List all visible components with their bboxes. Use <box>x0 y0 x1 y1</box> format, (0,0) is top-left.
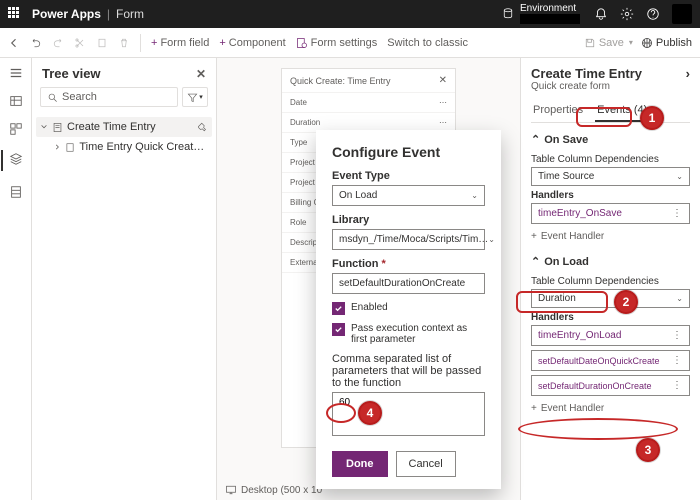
data-icon[interactable] <box>9 185 23 199</box>
avatar[interactable] <box>672 4 692 24</box>
components-icon[interactable] <box>9 122 23 136</box>
pin-icon[interactable] <box>198 122 208 132</box>
publish-icon <box>641 37 653 49</box>
bell-icon[interactable] <box>594 7 608 21</box>
form-settings-icon <box>296 37 308 49</box>
tree-view-pane: Tree view ✕ Search ▾ Create Time Entry <box>32 58 217 500</box>
close-icon[interactable]: ✕ <box>439 75 447 86</box>
table-icon[interactable] <box>9 94 23 108</box>
form-icon <box>65 142 75 153</box>
enabled-checkbox[interactable]: Enabled <box>332 302 485 315</box>
command-bar: +Form field +Component Form settings Swi… <box>0 28 700 58</box>
event-type-select[interactable]: On Load⌄ <box>332 185 485 206</box>
pane-subtitle: Quick create form <box>531 81 690 92</box>
annotation-callout-4: 4 <box>358 401 382 425</box>
configure-event-modal: Configure Event Event Type On Load⌄ Libr… <box>316 130 501 489</box>
component-button[interactable]: +Component <box>219 37 285 49</box>
params-textarea[interactable] <box>332 392 485 436</box>
redo-icon[interactable] <box>52 37 64 49</box>
title-bar: Power Apps | Form Environment <box>0 0 700 28</box>
chevron-right-icon[interactable]: › <box>686 66 690 81</box>
add-handler-onload[interactable]: +Event Handler <box>531 400 690 417</box>
env-name-redacted <box>520 14 580 24</box>
section-on-load[interactable]: ⌃On Load <box>531 251 690 272</box>
tcd-onsave-select[interactable]: Time Source⌄ <box>531 167 690 186</box>
done-button[interactable]: Done <box>332 451 388 477</box>
section-on-save[interactable]: ⌃On Save <box>531 129 690 150</box>
function-input[interactable]: setDefaultDurationOnCreate <box>332 273 485 294</box>
paste-icon[interactable] <box>96 37 108 49</box>
search-input[interactable]: Search <box>40 87 178 107</box>
filter-icon <box>187 92 198 103</box>
cut-icon[interactable] <box>74 37 86 49</box>
tab-properties[interactable]: Properties <box>531 100 585 122</box>
hamburger-icon[interactable] <box>9 66 23 80</box>
add-handler-onsave[interactable]: +Event Handler <box>531 228 690 245</box>
handler-onload-2[interactable]: setDefaultDateOnQuickCreate⋮ <box>531 350 690 371</box>
search-icon <box>47 92 58 103</box>
help-icon[interactable] <box>646 7 660 21</box>
page-name: Form <box>116 7 144 21</box>
app-name: Power Apps <box>32 7 101 21</box>
form-settings-button[interactable]: Form settings <box>296 37 378 49</box>
handler-onsave-1[interactable]: timeEntry_OnSave⋮ <box>531 203 690 224</box>
pane-title: Create Time Entry <box>531 66 642 81</box>
annotation-callout-1: 1 <box>640 106 664 130</box>
chevron-right-icon <box>54 143 61 151</box>
checkbox-checked-icon <box>332 323 345 336</box>
environment-picker[interactable]: Environment <box>502 4 580 24</box>
publish-button[interactable]: Publish <box>641 37 692 49</box>
handler-onload-1[interactable]: timeEntry_OnLoad⋮ <box>531 325 690 346</box>
delete-icon[interactable] <box>118 37 130 49</box>
desktop-icon <box>225 484 237 496</box>
nav-rail <box>0 58 32 500</box>
switch-classic-button[interactable]: Switch to classic <box>387 37 468 49</box>
tcd-onload-select[interactable]: Duration⌄ <box>531 289 690 308</box>
save-button[interactable]: Save ▾ <box>584 37 633 49</box>
annotation-callout-2: 2 <box>614 290 638 314</box>
tree-item-root[interactable]: Create Time Entry <box>36 117 212 137</box>
tree-view-rail-button[interactable] <box>1 150 29 171</box>
cancel-button[interactable]: Cancel <box>396 451 456 477</box>
handler-onload-3[interactable]: setDefaultDurationOnCreate⋮ <box>531 375 690 396</box>
tree-item-child[interactable]: Time Entry Quick Create F… <box>36 137 212 157</box>
form-field-button[interactable]: +Form field <box>151 37 209 49</box>
form-icon <box>52 122 63 133</box>
checkbox-checked-icon <box>332 302 345 315</box>
context-checkbox[interactable]: Pass execution context as first paramete… <box>332 323 485 345</box>
close-icon[interactable]: ✕ <box>196 67 206 81</box>
env-label: Environment <box>520 4 580 14</box>
layers-icon <box>9 152 23 166</box>
filter-button[interactable]: ▾ <box>182 87 208 107</box>
chevron-down-icon <box>40 123 48 131</box>
gear-icon[interactable] <box>620 7 634 21</box>
form-preview-header: Quick Create: Time Entry <box>290 76 391 86</box>
properties-pane: Create Time Entry › Quick create form Pro… <box>520 58 700 500</box>
modal-title: Configure Event <box>332 144 485 160</box>
tree-view-title: Tree view <box>42 66 101 81</box>
back-icon[interactable] <box>8 37 20 49</box>
library-select[interactable]: msdyn_/Time/Moca/Scripts/Tim…⌄ <box>332 229 485 250</box>
undo-icon[interactable] <box>30 37 42 49</box>
waffle-icon[interactable] <box>8 7 22 21</box>
annotation-callout-3: 3 <box>636 438 660 462</box>
database-icon <box>502 8 514 20</box>
save-icon <box>584 37 596 49</box>
